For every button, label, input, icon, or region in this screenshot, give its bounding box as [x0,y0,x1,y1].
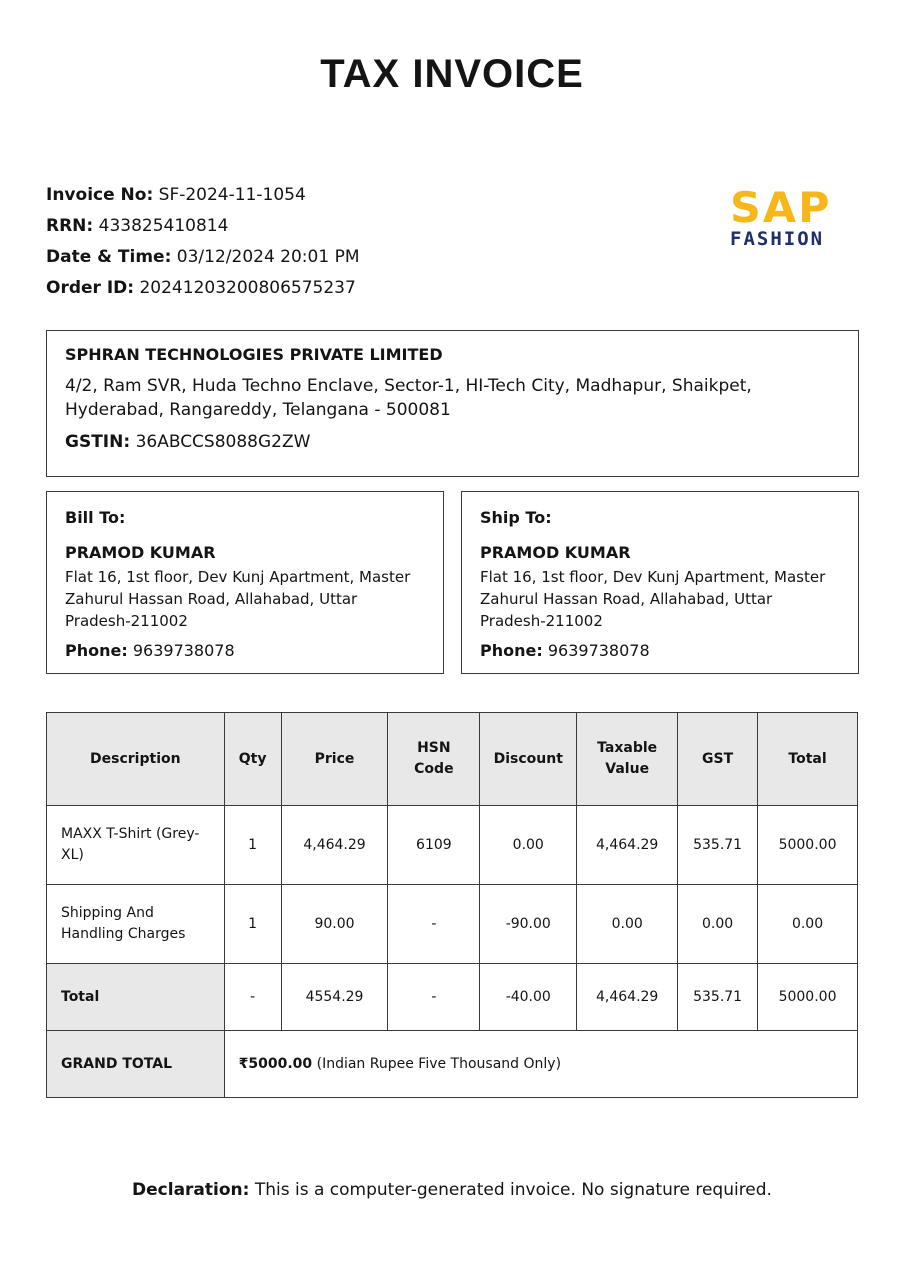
datetime-row: Date & Time: 03/12/2024 20:01 PM [46,242,359,273]
seller-address: 4/2, Ram SVR, Huda Techno Enclave, Secto… [65,376,752,420]
table-cell: -90.00 [479,884,578,964]
column-header: Price [280,712,389,806]
grand-total-amount: ₹5000.00 [238,1055,313,1072]
column-header: GST [677,712,759,806]
table-cell: 535.71 [677,805,759,885]
grand-total-cell: ₹5000.00 (Indian Rupee Five Thousand Onl… [223,1030,859,1098]
ship-to-heading: Ship To: [480,508,552,527]
logo-sap-text: SAP [730,183,832,232]
grand-total-label: GRAND TOTAL [46,1030,225,1098]
column-header: Discount [479,712,578,806]
invoice-number-row: Invoice No: SF-2024-11-1054 [46,180,359,211]
ship-to-phone: 9639738078 [547,641,650,660]
table-cell: 4,464.29 [280,805,389,885]
bill-to-heading: Bill To: [65,508,126,527]
total-label: Total [46,963,225,1031]
seller-box: SPHRAN TECHNOLOGIES PRIVATE LIMITED 4/2,… [46,330,859,477]
datetime-label: Date & Time: [46,247,172,267]
column-header: Total [757,712,858,806]
ship-to-name: PRAMOD KUMAR [480,543,631,562]
seller-name: SPHRAN TECHNOLOGIES PRIVATE LIMITED [65,345,443,364]
table-row: MAXX T-Shirt (Grey-XL) 1 4,464.29 6109 0… [46,805,858,885]
column-header: HSN Code [387,712,481,806]
datetime-value: 03/12/2024 20:01 PM [176,247,360,267]
table-cell: 535.71 [677,963,759,1031]
declaration-label: Declaration: [132,1180,250,1200]
invoice-number: SF-2024-11-1054 [158,185,306,205]
column-header: Qty [223,712,282,806]
table-cell: 0.00 [757,884,858,964]
grand-total-row: GRAND TOTAL ₹5000.00 (Indian Rupee Five … [46,1030,859,1098]
ship-to-address: Flat 16, 1st floor, Dev Kunj Apartment, … [480,568,826,630]
column-header: Description [46,712,225,806]
table-cell: 6109 [387,805,481,885]
ship-to-box: Ship To: PRAMOD KUMAR Flat 16, 1st floor… [461,491,859,674]
table-cell: - [387,884,481,964]
grand-total-words: (Indian Rupee Five Thousand Only) [312,1055,562,1072]
table-cell: MAXX T-Shirt (Grey-XL) [46,805,225,885]
order-id-row: Order ID: 20241203200806575237 [46,273,359,304]
table-cell: 0.00 [576,884,679,964]
seller-gstin-row: GSTIN: 36ABCCS8088G2ZW [65,432,840,452]
bill-to-address: Flat 16, 1st floor, Dev Kunj Apartment, … [65,568,411,630]
order-id-label: Order ID: [46,278,135,298]
gstin-value: 36ABCCS8088G2ZW [135,432,311,452]
total-row: Total - 4554.29 - -40.00 4,464.29 535.71… [46,963,858,1031]
sap-fashion-logo: SAP FASHION [730,183,860,251]
bill-to-name: PRAMOD KUMAR [65,543,216,562]
table-cell: 1 [223,805,282,885]
column-header: Taxable Value [576,712,679,806]
table-cell: -40.00 [479,963,578,1031]
table-cell: 90.00 [280,884,389,964]
invoice-title: TAX INVOICE [320,52,584,96]
bill-to-phone-row: Phone: 9639738078 [65,641,425,660]
gstin-label: GSTIN: [65,432,131,452]
table-cell: 5000.00 [757,963,858,1031]
ship-to-phone-label: Phone: [480,641,543,660]
bill-to-box: Bill To: PRAMOD KUMAR Flat 16, 1st floor… [46,491,444,674]
rrn-row: RRN: 433825410814 [46,211,359,242]
items-table: Description Qty Price HSN Code Discount … [46,712,859,1098]
rrn-label: RRN: [46,216,94,236]
order-id-value: 20241203200806575237 [139,278,356,298]
invoice-number-label: Invoice No: [46,185,154,205]
bill-to-phone: 9639738078 [132,641,235,660]
table-header-row: Description Qty Price HSN Code Discount … [46,712,858,806]
invoice-meta: Invoice No: SF-2024-11-1054 RRN: 4338254… [46,180,359,304]
table-cell: 5000.00 [757,805,858,885]
declaration: Declaration: This is a computer-generate… [0,1180,904,1200]
table-cell: 4,464.29 [576,805,679,885]
table-cell: - [223,963,282,1031]
table-cell: 4,464.29 [576,963,679,1031]
table-cell: 0.00 [677,884,759,964]
table-cell: - [387,963,481,1031]
bill-to-phone-label: Phone: [65,641,128,660]
ship-to-phone-row: Phone: 9639738078 [480,641,840,660]
table-cell: Shipping And Handling Charges [46,884,225,964]
table-row: Shipping And Handling Charges 1 90.00 - … [46,884,858,964]
table-cell: 4554.29 [280,963,389,1031]
table-cell: 1 [223,884,282,964]
declaration-text: This is a computer-generated invoice. No… [249,1180,772,1200]
table-cell: 0.00 [479,805,578,885]
rrn-value: 433825410814 [98,216,229,236]
